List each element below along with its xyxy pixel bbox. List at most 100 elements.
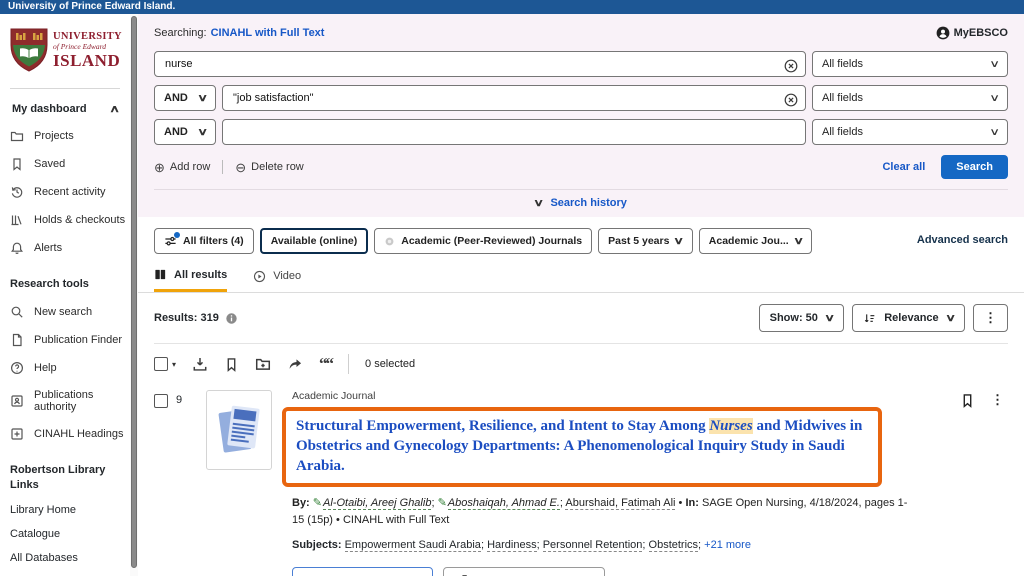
cite-icon[interactable]: ““ bbox=[319, 359, 332, 369]
scrollbar-thumb[interactable] bbox=[131, 16, 137, 568]
tab-all-results[interactable]: All results bbox=[154, 268, 227, 292]
sidebar-item-cinahl-headings[interactable]: CINAHL Headings bbox=[10, 427, 130, 441]
chevron-down-icon: ∨ bbox=[989, 127, 1000, 138]
available-online-chip[interactable]: Available (online) bbox=[260, 228, 369, 254]
results-overflow-menu[interactable]: ⋮ bbox=[973, 304, 1008, 332]
chevron-down-icon: ∨ bbox=[793, 236, 804, 247]
sidebar-item-holds-checkouts[interactable]: Holds & checkouts bbox=[10, 213, 130, 227]
bell-icon bbox=[10, 241, 24, 255]
toggle-circle-icon bbox=[384, 236, 395, 247]
upei-logo: UNIVERSITY of Prince Edward ISLAND bbox=[10, 28, 130, 72]
chevron-down-icon: ∨ bbox=[989, 59, 1000, 70]
play-circle-icon bbox=[253, 270, 266, 283]
field-select-1[interactable]: All fields ∨ bbox=[812, 51, 1008, 77]
sidebar-item-help[interactable]: Help bbox=[10, 361, 130, 375]
save-bookmark-icon[interactable] bbox=[960, 393, 975, 408]
database-link[interactable]: CINAHL with Full Text bbox=[211, 27, 325, 39]
sidebar-item-new-search[interactable]: New search bbox=[10, 305, 130, 319]
search-history-toggle[interactable]: ∨ Search history bbox=[154, 190, 1008, 217]
clear-all-link[interactable]: Clear all bbox=[882, 161, 925, 173]
all-filters-chip[interactable]: All filters (4) bbox=[154, 228, 254, 254]
chevron-down-icon: ∨ bbox=[945, 313, 956, 324]
sidebar-section-library-links: Robertson Library Links bbox=[10, 463, 130, 492]
result-thumbnail[interactable] bbox=[206, 390, 272, 470]
chevron-down-icon: ∨ bbox=[989, 93, 1000, 104]
operator-select-3[interactable]: AND ∨ bbox=[154, 119, 216, 145]
search-term-input-3[interactable] bbox=[222, 119, 806, 145]
folder-icon bbox=[10, 129, 24, 143]
active-filters-badge bbox=[174, 232, 180, 238]
share-icon[interactable] bbox=[287, 356, 303, 372]
minus-circle-icon: ⊖ bbox=[235, 161, 246, 174]
sidebar-item-catalogue[interactable]: Catalogue bbox=[10, 528, 130, 540]
books-icon bbox=[10, 213, 24, 227]
show-per-page-select[interactable]: Show: 50 ∨ bbox=[759, 304, 845, 332]
academic-journals-chip[interactable]: Academic Jou... ∨ bbox=[699, 228, 812, 254]
search-term-input-2[interactable] bbox=[222, 85, 806, 111]
sidebar-item-publication-finder[interactable]: Publication Finder bbox=[10, 333, 130, 347]
source-database: CINAHL with Full Text bbox=[343, 514, 449, 526]
sidebar-section-research-tools: Research tools bbox=[10, 277, 130, 291]
result-item: 9 Academic Journal bbox=[138, 380, 1024, 576]
sort-select[interactable]: Relevance ∨ bbox=[852, 304, 965, 332]
subject-link[interactable]: Obstetrics bbox=[649, 539, 699, 552]
download-icon[interactable] bbox=[192, 356, 208, 372]
scopus-citations-button[interactable]: 2 citations in Scopus® bbox=[443, 567, 605, 576]
sidebar-scrollbar[interactable] bbox=[130, 14, 138, 576]
field-select-3[interactable]: All fields ∨ bbox=[812, 119, 1008, 145]
sidebar-item-library-home[interactable]: Library Home bbox=[10, 504, 130, 516]
subject-link[interactable]: Personnel Retention bbox=[543, 539, 643, 552]
search-row-1: All fields ∨ bbox=[154, 51, 1008, 77]
field-select-2[interactable]: All fields ∨ bbox=[812, 85, 1008, 111]
advanced-search-link[interactable]: Advanced search bbox=[917, 234, 1008, 246]
results-tabs: All results Video bbox=[138, 254, 1024, 293]
add-row-button[interactable]: ⊕ Add row bbox=[154, 161, 210, 174]
filters-row: All filters (4) Available (online) Acade… bbox=[138, 217, 1024, 254]
sidebar-item-alerts[interactable]: Alerts bbox=[10, 241, 130, 255]
sidebar-section-my-dashboard[interactable]: My dashboard ∧ bbox=[12, 103, 118, 115]
select-menu-caret-icon[interactable]: ▾ bbox=[172, 360, 176, 369]
sidebar-item-all-databases[interactable]: All Databases bbox=[10, 552, 130, 564]
sort-icon bbox=[863, 312, 876, 325]
search-row-3: AND ∨ All fields ∨ bbox=[154, 119, 1008, 145]
select-all-checkbox[interactable] bbox=[154, 357, 168, 371]
myebsco-button[interactable]: MyEBSCO bbox=[936, 26, 1008, 40]
tab-video[interactable]: Video bbox=[253, 268, 301, 292]
add-to-folder-icon[interactable] bbox=[255, 356, 271, 372]
sidebar-item-saved[interactable]: Saved bbox=[10, 157, 130, 171]
article-illustration bbox=[215, 399, 263, 461]
bulk-actions-toolbar: ▾ ““ 0 selected bbox=[138, 344, 1024, 380]
access-options-button[interactable]: Access options ∨ bbox=[292, 567, 433, 576]
author-profile-icon: ✎ bbox=[313, 497, 322, 509]
author-link[interactable]: Al-Otaibi, Areej Ghalib bbox=[323, 497, 431, 510]
more-subjects-link[interactable]: +21 more bbox=[704, 539, 751, 551]
operator-select-2[interactable]: AND ∨ bbox=[154, 85, 216, 111]
result-kebab-icon[interactable]: ⋮ bbox=[991, 392, 1004, 408]
peer-reviewed-chip[interactable]: Academic (Peer-Reviewed) Journals bbox=[374, 228, 592, 254]
clear-input-icon[interactable] bbox=[784, 57, 798, 75]
headings-icon bbox=[10, 427, 24, 441]
subject-link[interactable]: Empowerment Saudi Arabia bbox=[345, 539, 481, 552]
sidebar-item-projects[interactable]: Projects bbox=[10, 129, 130, 143]
sidebar-item-publications-authority[interactable]: Publications authority bbox=[10, 389, 130, 413]
past-5-years-chip[interactable]: Past 5 years ∨ bbox=[598, 228, 693, 254]
clear-input-icon[interactable] bbox=[784, 91, 798, 109]
author-link[interactable]: Aburshaid, Fatimah Ali bbox=[565, 497, 675, 510]
annotation-highlight-box: Structural Empowerment, Resilience, and … bbox=[282, 407, 882, 487]
author-link[interactable]: Aboshaiqah, Ahmad E. bbox=[448, 497, 560, 510]
chevron-down-icon: ∨ bbox=[197, 127, 208, 138]
result-checkbox[interactable] bbox=[154, 394, 168, 408]
subject-link[interactable]: Hardiness bbox=[487, 539, 537, 552]
bookmark-icon[interactable] bbox=[224, 357, 239, 372]
info-icon[interactable] bbox=[225, 312, 238, 325]
search-term-input-1[interactable] bbox=[154, 51, 806, 77]
sidebar: UNIVERSITY of Prince Edward ISLAND My da… bbox=[0, 14, 130, 576]
delete-row-button[interactable]: ⊖ Delete row bbox=[235, 161, 303, 174]
account-icon bbox=[936, 26, 950, 40]
chevron-down-icon: ∨ bbox=[197, 93, 208, 104]
sidebar-item-recent-activity[interactable]: Recent activity bbox=[10, 185, 130, 199]
upei-wordmark: UNIVERSITY of Prince Edward ISLAND bbox=[53, 32, 122, 69]
result-title-link[interactable]: Structural Empowerment, Resilience, and … bbox=[296, 418, 862, 474]
chevron-down-icon: ∨ bbox=[824, 313, 835, 324]
search-button[interactable]: Search bbox=[941, 155, 1008, 179]
